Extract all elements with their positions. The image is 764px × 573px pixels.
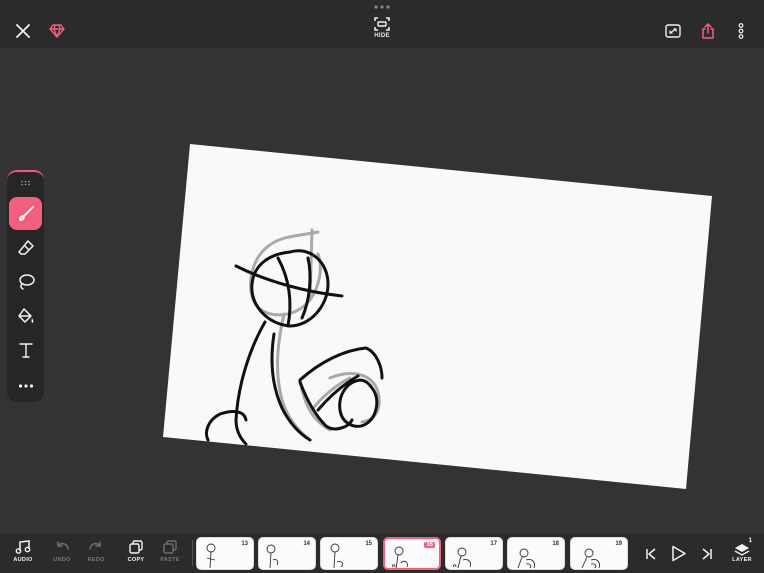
frame-thumbnail-16[interactable]: 16 <box>383 537 441 570</box>
fullscreen-button[interactable] <box>662 20 684 42</box>
drag-handle-icon[interactable] <box>20 180 31 186</box>
brush-icon <box>18 205 34 221</box>
text-icon <box>18 342 33 358</box>
lasso-tool-button[interactable] <box>9 265 42 298</box>
hide-icon <box>374 17 390 31</box>
frame-number: 14 <box>303 541 310 547</box>
eraser-icon <box>17 239 34 255</box>
undo-button[interactable]: UNDO <box>45 540 79 572</box>
more-horizontal-icon <box>18 383 33 388</box>
frame-number: 18 <box>552 541 559 547</box>
audio-button[interactable]: AUDIO <box>6 540 40 572</box>
hide-label: HIDE <box>374 33 390 39</box>
frame-number: 16 <box>424 542 435 548</box>
more-options-button[interactable] <box>731 20 751 42</box>
frame-number: 17 <box>490 541 497 547</box>
copy-icon <box>129 540 143 554</box>
frame-number: 15 <box>365 541 372 547</box>
premium-button[interactable] <box>46 20 68 42</box>
undo-label: UNDO <box>53 557 71 563</box>
audio-label: AUDIO <box>13 557 33 563</box>
paint-bucket-icon <box>17 307 33 323</box>
redo-button[interactable]: REDO <box>79 540 113 572</box>
close-button[interactable] <box>12 20 34 42</box>
share-icon <box>702 23 714 39</box>
diamond-icon <box>49 24 65 38</box>
frame-thumbnail-15[interactable]: 15 <box>320 537 378 570</box>
paste-label: PASTE <box>160 557 180 563</box>
skip-to-start-button[interactable] <box>640 543 662 565</box>
tool-palette <box>7 170 44 402</box>
frame-timeline: 13 14 15 16 17 18 19 <box>196 537 632 571</box>
music-note-icon <box>15 540 31 554</box>
redo-icon <box>89 541 101 550</box>
paper-sheet[interactable] <box>163 144 712 489</box>
skip-to-end-button[interactable] <box>696 543 718 565</box>
play-icon <box>672 545 686 561</box>
eraser-tool-button[interactable] <box>9 231 42 264</box>
close-icon <box>16 24 30 38</box>
frame-thumbnail-14[interactable]: 14 <box>258 537 316 570</box>
frame-thumbnail-18[interactable]: 18 <box>507 537 565 570</box>
lasso-icon <box>18 273 35 290</box>
copy-button[interactable]: COPY <box>119 540 153 572</box>
redo-label: REDO <box>87 557 105 563</box>
copy-label: COPY <box>127 557 145 563</box>
skip-to-start-icon <box>646 548 656 560</box>
top-bar: HIDE <box>0 0 764 48</box>
layer-count: 1 <box>748 538 752 544</box>
layer-button[interactable]: 1 LAYER <box>728 538 756 570</box>
text-tool-button[interactable] <box>9 333 42 366</box>
more-tools-button[interactable] <box>9 369 42 402</box>
frame-thumbnail-19[interactable]: 19 <box>570 537 628 570</box>
layer-label: LAYER <box>732 557 752 563</box>
frame-number: 13 <box>241 541 248 547</box>
hide-ui-button[interactable]: HIDE <box>366 16 398 46</box>
fill-tool-button[interactable] <box>9 299 42 332</box>
frame-thumbnail-17[interactable]: 17 <box>445 537 503 570</box>
brush-tool-button[interactable] <box>9 197 42 230</box>
bar-divider <box>192 540 193 566</box>
grabber-dots-icon[interactable] <box>372 4 392 10</box>
more-vertical-icon <box>738 23 744 39</box>
paste-button[interactable]: PASTE <box>153 540 187 572</box>
skip-to-end-icon <box>702 548 712 560</box>
share-button[interactable] <box>697 20 719 42</box>
frame-thumbnail-13[interactable]: 13 <box>196 537 254 570</box>
play-button[interactable] <box>667 541 691 565</box>
drawing-canvas[interactable] <box>0 48 764 534</box>
frame-number: 19 <box>615 541 622 547</box>
drawing-stage <box>0 48 764 534</box>
undo-icon <box>57 541 69 550</box>
paste-icon <box>163 540 177 554</box>
fullscreen-icon <box>665 24 681 38</box>
